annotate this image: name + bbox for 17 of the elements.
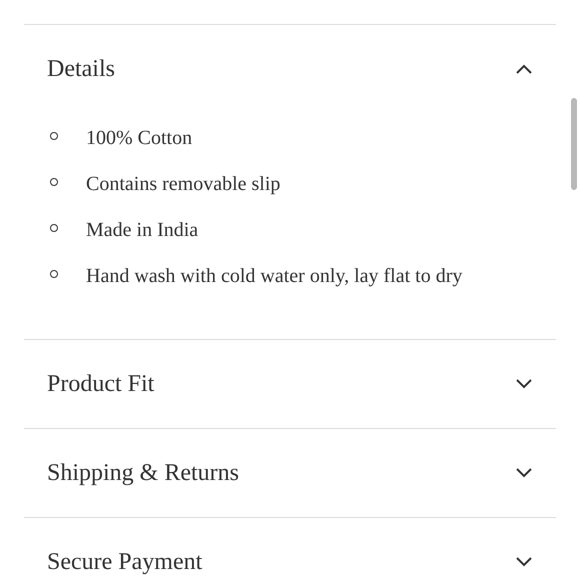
list-item-text: Contains removable slip <box>86 172 280 196</box>
list-item-text: Hand wash with cold water only, lay flat to dry <box>86 264 462 288</box>
scrollbar[interactable] <box>571 98 577 190</box>
bullet-icon <box>50 132 58 140</box>
accordion-header[interactable]: Details <box>24 25 556 113</box>
chevron-down-icon <box>516 468 532 478</box>
list-item-text: 100% Cotton <box>86 126 192 150</box>
accordion-header[interactable]: Secure Payment <box>24 518 556 580</box>
chevron-down-icon <box>516 379 532 389</box>
accordion-header[interactable]: Product Fit <box>24 340 556 428</box>
bullet-icon <box>50 224 58 232</box>
list-item-text: Made in India <box>86 218 198 242</box>
chevron-down-icon <box>516 557 532 567</box>
accordion-header[interactable]: Shipping & Returns <box>24 429 556 517</box>
bullet-icon <box>50 178 58 186</box>
bullet-icon <box>50 270 58 278</box>
chevron-up-icon <box>516 64 532 74</box>
